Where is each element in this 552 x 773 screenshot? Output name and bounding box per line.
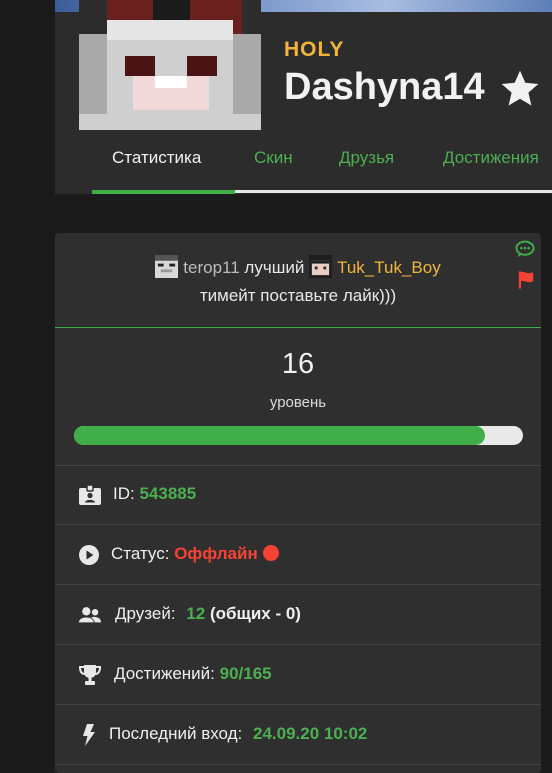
stat-status-label: Статус:	[111, 544, 170, 563]
stat-friends-label: Друзей:	[115, 604, 176, 623]
play-circle-icon	[79, 545, 99, 565]
stat-id-label: ID:	[113, 484, 135, 503]
profile-header: HOLY Dashyna14 Статистика Скин Друзья До…	[55, 0, 552, 194]
level-label: уровень	[269, 394, 327, 411]
stat-row-friends: Друзей: 12 (общих - 0)	[55, 585, 541, 645]
level-section: 16 уровень	[55, 328, 541, 466]
active-tab-indicator	[92, 190, 235, 194]
stat-row-last-login: Последний вход: 24.09.20 10:02	[55, 705, 541, 765]
profile-tabs: Статистика Скин Друзья Достижения	[55, 138, 552, 194]
stat-achievements-text: Достижений: 90/165	[114, 664, 272, 684]
level-value: 16	[281, 348, 315, 380]
users-icon	[78, 607, 102, 623]
bolt-icon	[83, 724, 95, 746]
level-progress-bar	[74, 426, 523, 445]
comment-icon[interactable]	[515, 240, 535, 258]
stat-status-text: Статус: Оффлайн	[111, 544, 279, 564]
level-progress-fill	[74, 426, 485, 445]
tabs-underline	[235, 190, 552, 193]
offline-dot	[262, 545, 279, 561]
stat-id-text: ID: 543885	[113, 484, 196, 504]
status-word: лучший	[244, 258, 305, 277]
status-message-box: terop11 лучший Tuk_Tuk_Boy тимейт постав…	[55, 233, 541, 328]
status-message-line-2: тимейт поставьте лайк)))	[199, 286, 397, 305]
tab-skin[interactable]: Скин	[254, 148, 293, 168]
tab-statistics[interactable]: Статистика	[112, 148, 201, 168]
stat-friends-text: Друзей: 12 (общих - 0)	[115, 604, 301, 624]
tab-achievements[interactable]: Достижения	[443, 148, 539, 168]
stat-friends-value: 12	[186, 604, 206, 623]
trophy-icon	[78, 665, 102, 685]
stat-row-status: Статус: Оффлайн	[55, 525, 541, 585]
player-rank: HOLY	[284, 38, 345, 61]
stat-last-login-text: Последний вход: 24.09.20 10:02	[109, 724, 367, 744]
player-nickname: Dashyna14	[284, 66, 485, 108]
stat-last-login-value: 24.09.20 10:02	[253, 724, 368, 743]
stat-achievements-value: 90/165	[219, 664, 272, 683]
stats-card: terop11 лучший Tuk_Tuk_Boy тимейт постав…	[55, 233, 541, 773]
avatar	[79, 0, 261, 130]
stat-id-value: 543885	[139, 484, 197, 503]
user-head-icon	[155, 255, 179, 278]
left-gutter	[0, 0, 55, 764]
stat-achievements-label: Достижений:	[114, 664, 215, 683]
stat-last-login-label: Последний вход:	[109, 724, 243, 743]
stat-row-achievements: Достижений: 90/165	[55, 645, 541, 705]
tab-friends[interactable]: Друзья	[339, 148, 394, 168]
user-head-icon	[309, 255, 333, 278]
stat-friends-common: (общих - 0)	[209, 604, 301, 623]
id-card-icon	[79, 484, 101, 505]
status-user-2[interactable]: Tuk_Tuk_Boy	[337, 258, 441, 277]
status-message-line-1: terop11 лучший Tuk_Tuk_Boy	[55, 255, 541, 278]
star-icon[interactable]	[498, 67, 542, 111]
stat-status-value: Оффлайн	[174, 544, 258, 563]
stat-row-id: ID: 543885	[55, 465, 541, 525]
report-flag-icon[interactable]	[517, 270, 535, 289]
status-user-1[interactable]: terop11	[183, 258, 239, 277]
